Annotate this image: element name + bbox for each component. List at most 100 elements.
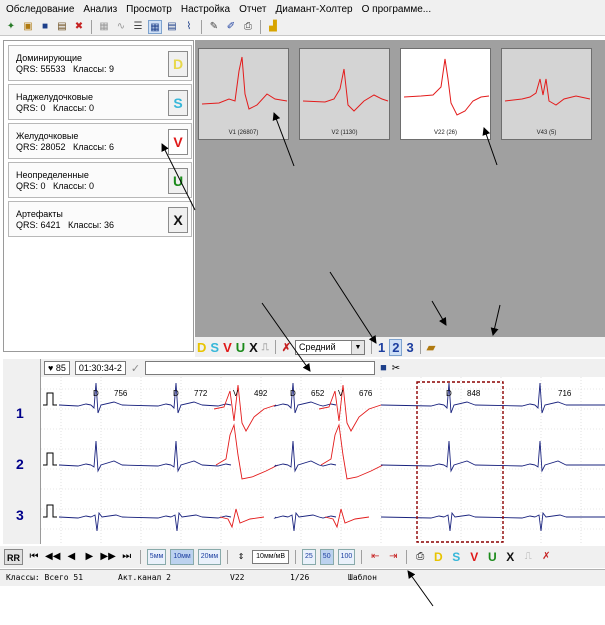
ecg-beat-ventricular (215, 423, 279, 480)
channel-1-button[interactable]: 1 (378, 340, 385, 355)
speed-10-button[interactable]: 10мм (170, 549, 194, 565)
toolbar-separator (406, 550, 408, 564)
template-tile[interactable]: V1 (26807) (198, 48, 289, 140)
class-row-artifacts[interactable]: Артефакты QRS: 6421 Классы: 36 X (8, 201, 192, 237)
marker-icon[interactable]: ⎍ (262, 342, 269, 353)
zoom-100-button[interactable]: 100 (337, 549, 356, 565)
back-icon[interactable]: ◀ (64, 549, 78, 565)
mark-v-button[interactable]: V (467, 549, 481, 565)
filter-d-button[interactable]: D (197, 340, 206, 355)
menu-examination[interactable]: Обследование (6, 4, 74, 15)
channel-2-button[interactable]: 2 (389, 338, 403, 356)
gain-spinner-icon[interactable]: ⇕ (234, 549, 248, 565)
pen-icon[interactable]: ✐ (224, 20, 238, 34)
fast-back-icon[interactable]: ◀◀ (45, 549, 60, 565)
open-folder-icon[interactable]: ▰ (427, 341, 435, 354)
next-marker-icon[interactable]: ⇥ (386, 549, 400, 565)
class-button-v[interactable]: V (168, 129, 188, 155)
ecg-header-bar: ♥ 85 01:30:34-2 ✓ ■ ✂ (40, 359, 605, 377)
menu-diamant-holter[interactable]: Диамант-Холтер (275, 4, 352, 15)
filter-v-button[interactable]: V (223, 340, 232, 355)
ecg-baseline (58, 463, 92, 467)
open-icon[interactable]: ▣ (21, 20, 35, 34)
delete-icon[interactable]: ✖ (72, 20, 86, 34)
first-icon[interactable]: ⏮ (27, 549, 41, 565)
check-icon[interactable]: ✓ (131, 362, 140, 375)
menu-analysis[interactable]: Анализ (83, 4, 117, 15)
filter-x-button[interactable]: X (249, 340, 258, 355)
rr-button[interactable]: RR (4, 549, 23, 565)
filter-s-button[interactable]: S (210, 340, 219, 355)
ecg-baseline (121, 463, 172, 467)
template-tile-selected[interactable]: V22 (26) (400, 48, 491, 140)
average-mode-select[interactable]: Средний ▼ (295, 339, 366, 355)
wizard-icon[interactable]: ✦ (4, 20, 18, 34)
speed-5-button[interactable]: 5мм (146, 549, 167, 565)
folder-icon[interactable]: ▤ (55, 20, 69, 34)
grid-icon[interactable]: ▦ (97, 20, 111, 34)
list-icon[interactable]: ☰ (131, 20, 145, 34)
fast-forward-icon[interactable]: ▶▶ (100, 549, 115, 565)
menu-about[interactable]: О программе... (362, 4, 432, 15)
edit-icon[interactable]: ✎ (207, 20, 221, 34)
template-waveform (403, 58, 490, 116)
toolbar-separator (227, 550, 229, 564)
toolbar-separator (139, 550, 141, 564)
trend-view-icon[interactable]: ⌇ (182, 20, 196, 34)
ecg-beat (170, 511, 203, 532)
beat-type-label: V (233, 389, 239, 398)
ecg-wave-icon[interactable]: ∿ (114, 20, 128, 34)
toolbar-separator (295, 550, 296, 564)
zoom-50-button[interactable]: 50 (319, 549, 334, 565)
class-button-s[interactable]: S (168, 90, 188, 116)
mark-d-button[interactable]: D (431, 549, 445, 565)
save-comment-icon[interactable]: ■ (380, 362, 387, 374)
forward-icon[interactable]: ▶ (82, 549, 96, 565)
menu-report[interactable]: Отчет (239, 4, 266, 15)
marker-icon[interactable]: ⎍ (521, 549, 535, 565)
tiles-view-icon[interactable]: ▦ (148, 19, 162, 34)
chart-icon[interactable]: ▟ (266, 20, 280, 34)
ecg-baseline (58, 403, 92, 407)
template-tile[interactable]: V2 (1130) (299, 48, 390, 140)
mark-x-button[interactable]: X (503, 549, 517, 565)
ecg-beat (534, 382, 567, 414)
lead-labels: 1 2 3 (3, 359, 41, 544)
table-view-icon[interactable]: ▤ (165, 20, 179, 34)
print-icon[interactable]: ⎙ (413, 549, 427, 565)
class-button-u[interactable]: U (168, 168, 188, 194)
class-row-dominant[interactable]: Доминирующие QRS: 55533 Классы: 9 D (8, 45, 192, 81)
mark-s-button[interactable]: S (449, 549, 463, 565)
ecg-view[interactable]: 756 D 772 D 492 V 652 D 676 V 848 D 716 (41, 377, 605, 544)
print-icon[interactable]: ⎙ (241, 20, 255, 34)
menu-view[interactable]: Просмотр (126, 4, 172, 15)
last-icon[interactable]: ⏭ (120, 549, 134, 565)
class-row-supraventricular[interactable]: Наджелудочковые QRS: 0 Классы: 0 S (8, 84, 192, 120)
ecg-baseline (474, 463, 536, 467)
prev-marker-icon[interactable]: ⇤ (368, 549, 382, 565)
zoom-25-button[interactable]: 25 (302, 549, 316, 565)
no-merge-icon[interactable]: ✗ (539, 549, 553, 565)
menu-settings[interactable]: Настройка (181, 4, 230, 15)
navigation-bar: RR ⏮ ◀◀ ◀ ▶ ▶▶ ⏭ 5мм 10мм 20мм ⇕ 10мм/мВ… (0, 546, 605, 568)
comment-input[interactable] (145, 361, 376, 375)
no-merge-icon[interactable]: ✗ (282, 341, 291, 354)
mark-u-button[interactable]: U (485, 549, 499, 565)
ecg-beat (170, 440, 203, 473)
channel-3-button[interactable]: 3 (406, 340, 413, 355)
speed-20-button[interactable]: 20мм (197, 549, 222, 565)
filter-u-button[interactable]: U (236, 340, 245, 355)
template-tile[interactable]: V43 (5) (501, 48, 592, 140)
class-button-d[interactable]: D (168, 51, 188, 77)
save-icon[interactable]: ■ (38, 20, 52, 34)
class-row-ventricular[interactable]: Желудочковые QRS: 28052 Классы: 6 V (8, 123, 192, 159)
class-row-undefined[interactable]: Неопределенные QRS: 0 Классы: 0 U (8, 162, 192, 198)
class-button-x[interactable]: X (168, 207, 188, 233)
ecg-beat (287, 382, 320, 414)
cut-icon[interactable]: ✂ (392, 363, 400, 374)
gain-value[interactable]: 10мм/мВ (252, 550, 289, 564)
rr-interval-label: 848 (467, 389, 481, 398)
class-panel: Доминирующие QRS: 55533 Классы: 9 D Надж… (3, 40, 194, 352)
toolbar-separator (419, 340, 421, 354)
status-position: 1/26 (290, 573, 310, 582)
